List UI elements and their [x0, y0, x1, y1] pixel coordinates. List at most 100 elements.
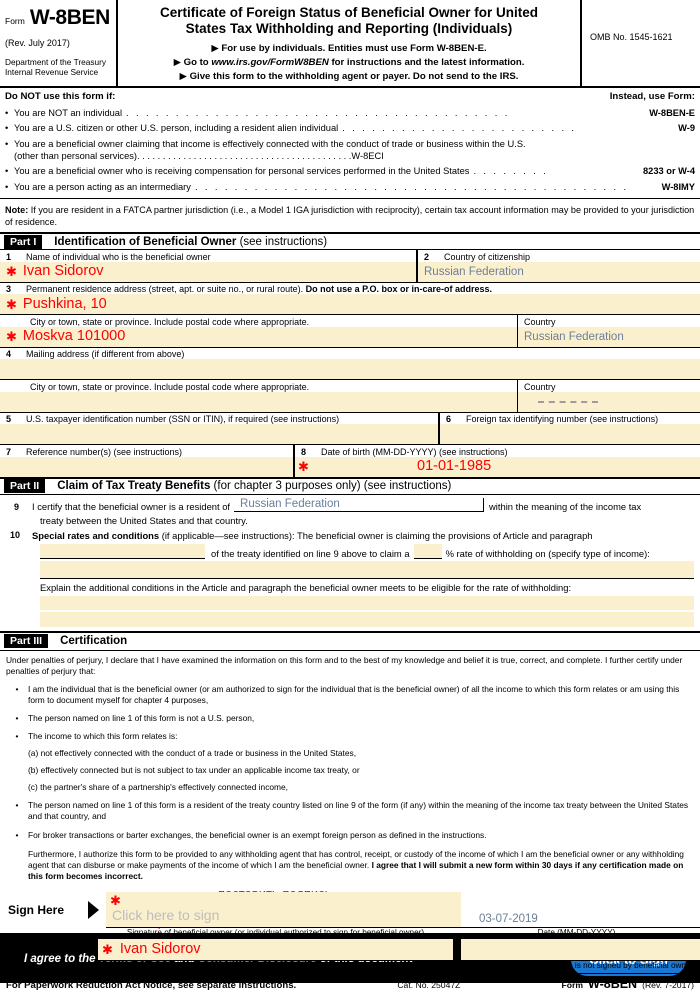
do-not-use-text: You are NOT an individual — [14, 107, 123, 118]
line-5-caption: U.S. taxpayer identification number (SSN… — [26, 414, 340, 425]
line-5-input[interactable] — [0, 424, 438, 445]
line-4-country-input[interactable] — [518, 391, 700, 412]
form-header: Form W-8BEN (Rev. July 2017) Department … — [0, 0, 700, 88]
part-2-body: 9 I certify that the beneficial owner is… — [0, 495, 700, 627]
do-not-use-text-2: (other than personal services) — [14, 150, 137, 161]
line-6-input[interactable] — [440, 424, 700, 445]
bullet-icon: • — [15, 731, 19, 741]
line-4-input[interactable] — [0, 359, 700, 380]
line-10-explain-input-2[interactable] — [40, 611, 694, 627]
do-not-use-row: • You are a beneficial owner claiming th… — [5, 139, 695, 149]
line-4-number: 4 — [6, 349, 12, 360]
print-name-field[interactable]: ✱ Ivan Sidorov — [98, 938, 453, 961]
do-not-use-row: • You are NOT an individual . . . . . . … — [5, 108, 695, 118]
line-8-value: 01-01-1985 — [417, 458, 492, 475]
required-marker-icon: ✱ — [110, 892, 121, 908]
line-9-country-input[interactable]: Russian Federation — [234, 497, 485, 512]
line-4b-row: City or town, state or province. Include… — [0, 380, 700, 412]
instead-use-answer: W-8IMY — [661, 181, 695, 192]
line-3-caption-b: Do not use a P.O. box or in-care-of addr… — [305, 284, 493, 295]
certification-bullet-text: For broker transactions or barter exchan… — [28, 829, 487, 840]
line-9-number: 9 — [14, 501, 20, 512]
field-line-5: 5 U.S. taxpayer identification number (SS… — [0, 412, 440, 445]
required-marker-icon: ✱ — [6, 264, 17, 280]
line-10-article-input[interactable] — [40, 543, 205, 559]
line-3-input[interactable]: ✱ Pushkina, 10 — [0, 294, 700, 315]
line-7-input[interactable] — [0, 456, 293, 477]
certification-subitem: (a) not effectively connected with the c… — [28, 748, 357, 759]
line-10-mid-text: of the treaty identified on line 9 above… — [211, 547, 410, 559]
line-3-city-input[interactable]: ✱ Moskva 101000 — [0, 326, 517, 347]
line-1-2-row: 1 Name of individual who is the beneficia… — [0, 250, 700, 282]
line-10-caption: Special rates and conditions (if applica… — [32, 530, 593, 541]
line-3-number: 3 — [6, 284, 12, 295]
instead-use-answer: W-8ECI — [351, 150, 384, 161]
required-marker-icon: ✱ — [102, 941, 113, 957]
line-3b-row: City or town, state or province. Include… — [0, 315, 700, 347]
line-10-income-input[interactable] — [40, 560, 694, 579]
signature-date-field: 03-07-2019 — [461, 892, 700, 928]
line-1-number: 1 — [6, 251, 12, 262]
line-10-explain-input-1[interactable] — [40, 595, 694, 610]
field-line-8: 8 Date of birth (MM-DD-YYYY) (see instruc… — [295, 445, 700, 477]
required-marker-icon: ✱ — [6, 329, 17, 345]
field-line-3-country: Country Russian Federation — [518, 315, 700, 347]
line-7-8-row: 7 Reference number(s) (see instructions) … — [0, 445, 700, 477]
footer-form-number: W-8BEN — [588, 976, 638, 991]
signature-field[interactable]: ✱ Click here to sign — [106, 891, 461, 928]
do-not-use-row-continuation: (other than personal services) . . . . .… — [14, 151, 695, 161]
do-not-use-section: Do NOT use this form if: Instead, use Fo… — [0, 88, 700, 192]
line-9-text-line2: treaty between the United States and tha… — [40, 514, 248, 526]
line-10-explain-caption: Explain the additional conditions in the… — [40, 581, 572, 593]
do-not-use-row: • You are a U.S. citizen or other U.S. p… — [5, 123, 695, 133]
line-4-city-caption: City or town, state or province. Include… — [30, 381, 310, 392]
bullet-icon: • — [15, 683, 19, 694]
line-3-city-caption: City or town, state or province. Include… — [30, 316, 310, 327]
form-footer: For Paperwork Reduction Act Notice, see … — [0, 972, 700, 991]
line-1-input[interactable]: ✱ Ivan Sidorov — [0, 261, 416, 282]
certification-subitems: (a) not effectively connected with the c… — [28, 748, 694, 793]
form-revision-date: (Rev. July 2017) — [5, 38, 70, 48]
certification-bullet-text: The person named on line 1 of this form … — [28, 712, 255, 723]
line-9-country-value: Russian Federation — [240, 497, 340, 510]
line-9-text-pre: I certify that the beneficial owner is a… — [32, 500, 231, 512]
field-line-2: 2 Country of citizenship Russian Federati… — [418, 250, 700, 282]
bullet-icon: • — [5, 123, 9, 133]
part-2-tag: Part II — [4, 479, 46, 494]
field-line-4: 4 Mailing address (if different from abov… — [0, 348, 700, 380]
line-10-caption-text: (if applicable—see instructions): The be… — [159, 529, 593, 541]
certification-bullet-text: The person named on line 1 of this form … — [28, 800, 689, 822]
form-word-label: Form — [5, 16, 25, 26]
line-8-input[interactable]: ✱ 01-01-1985 — [295, 456, 700, 477]
department-line-2: Internal Revenue Service — [5, 67, 99, 78]
line-2-value: Russian Federation — [424, 265, 524, 278]
line-2-number: 2 — [424, 251, 430, 262]
signature-captions-row: Signature of beneficial owner (or indivi… — [0, 928, 700, 937]
line-3-country-caption: Country — [524, 316, 556, 327]
leader-dots: . . . . . . . . — [473, 166, 549, 176]
line-10-rate-input[interactable] — [413, 543, 442, 559]
certification-subitem: (b) effectively connected but is not sub… — [28, 765, 360, 776]
capacity-field[interactable] — [461, 938, 700, 961]
field-line-3-city: City or town, state or province. Include… — [0, 315, 518, 347]
date-caption: Date (MM-DD-YYYY) — [537, 927, 616, 937]
leader-dots: . . . . . . . . . . . . . . . . . . . . … — [342, 123, 577, 133]
header-instruction-2: ▶ Go to www.irs.gov/FormW8BEN for instru… — [122, 56, 576, 70]
field-line-3: 3 Permanent residence address (street, ap… — [0, 283, 700, 315]
do-not-use-heading: Do NOT use this form if: — [5, 91, 116, 102]
line-3-country-input[interactable]: Russian Federation — [518, 326, 700, 347]
irs-url[interactable]: www.irs.gov/FormW8BEN — [211, 57, 328, 68]
line-2-input[interactable]: Russian Federation — [418, 261, 700, 282]
certification-subitem: (c) the partner's share of a partnership… — [28, 782, 289, 793]
line-5-6-row: 5 U.S. taxpayer identification number (SS… — [0, 412, 700, 445]
issuing-department: Department of the Treasury Internal Reve… — [5, 57, 111, 78]
line-4-city-input[interactable] — [0, 391, 517, 412]
header-instruction-2-post: for instructions and the latest informat… — [328, 56, 525, 68]
bullet-icon: • — [15, 829, 19, 840]
note-label: Note: — [5, 204, 29, 215]
bullet-icon: • — [15, 800, 19, 811]
line-3-city-value: Moskva 101000 — [22, 328, 126, 345]
part-1-title-bold: Identification of Beneficial Owner — [54, 235, 237, 248]
instead-use-answer: 8233 or W-4 — [643, 166, 695, 176]
line-10-article-row: of the treaty identified on line 9 above… — [6, 543, 694, 559]
